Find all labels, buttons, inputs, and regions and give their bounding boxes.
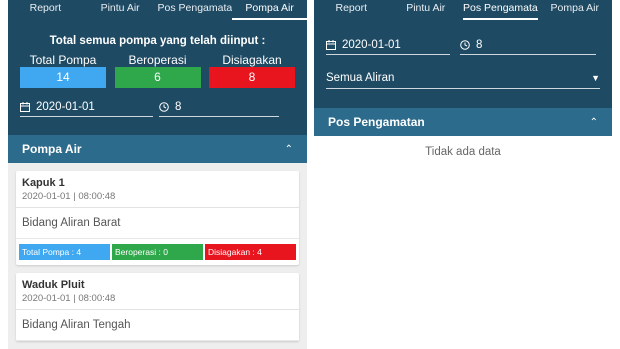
pump-card[interactable]: Waduk Pluit 2020-01-01 | 08:00:48 Bidang… — [16, 273, 299, 341]
time-field[interactable]: 8 — [460, 35, 596, 55]
tab-pos-pengamatan[interactable]: Pos Pengamatan — [463, 0, 538, 20]
disiagakan-label: Disiagakan — [222, 53, 282, 67]
card-header: Waduk Pluit 2020-01-01 | 08:00:48 — [16, 273, 299, 310]
summary-panel: Total semua pompa yang telah diinput : T… — [8, 20, 307, 135]
calendar-icon — [20, 101, 30, 112]
aliran-select-value: Semua Aliran — [326, 71, 395, 84]
date-value: 2020-01-01 — [36, 100, 95, 113]
beroperasi-value: 6 — [114, 67, 201, 88]
tab-pintu-air[interactable]: Pintu Air — [83, 0, 158, 20]
empty-state-text: Tidak ada data — [425, 146, 501, 158]
pompa-air-section-header[interactable]: Pompa Air ⌃ — [8, 135, 307, 163]
tab-bar: Report Pintu Air Pos Pengamatan Pompa Ai… — [314, 0, 612, 20]
chip-disiagakan: Disiagakan : 4 — [205, 244, 296, 260]
section-title: Pos Pengamatan — [328, 115, 425, 129]
filter-row: 2020-01-01 8 — [314, 35, 612, 55]
beroperasi-label: Beroperasi — [128, 53, 187, 67]
pompa-air-screen: Report Pintu Air Pos Pengamatan Pompa Ai… — [8, 0, 307, 349]
stats-row: Total Pompa 14 Beroperasi 6 Disiagakan 8 — [8, 53, 307, 88]
station-datetime: 2020-01-01 | 08:00:48 — [22, 293, 116, 304]
aliran-select[interactable]: Semua Aliran ▼ — [326, 67, 600, 89]
tab-report[interactable]: Report — [314, 0, 389, 20]
date-field[interactable]: 2020-01-01 — [20, 97, 153, 117]
total-pompa-box: Total Pompa 14 — [20, 53, 106, 88]
station-name: Waduk Pluit — [22, 279, 85, 291]
time-value: 8 — [476, 38, 483, 51]
beroperasi-box: Beroperasi 6 — [114, 53, 201, 88]
tab-bar: Report Pintu Air Pos Pengamatan Pompa Ai… — [8, 0, 307, 20]
station-area: Bidang Aliran Tengah — [16, 310, 299, 341]
section-title: Pompa Air — [22, 142, 82, 156]
station-name: Kapuk 1 — [22, 177, 65, 189]
tab-pompa-air[interactable]: Pompa Air — [232, 0, 307, 20]
summary-title: Total semua pompa yang telah diinput : — [49, 35, 266, 47]
chevron-up-icon[interactable]: ⌃ — [590, 117, 598, 128]
clock-icon — [460, 39, 470, 50]
clock-icon — [159, 101, 169, 112]
filter-row: 2020-01-01 8 — [8, 97, 307, 117]
calendar-icon — [326, 39, 336, 50]
tab-pos-pengamatan[interactable]: Pos Pengamatan — [158, 0, 233, 20]
tab-pompa-air[interactable]: Pompa Air — [538, 0, 613, 20]
total-pompa-label: Total Pompa — [29, 53, 97, 67]
chip-beroperasi: Beroperasi : 0 — [112, 244, 203, 260]
chip-total-pompa: Total Pompa : 4 — [19, 244, 110, 260]
card-header: Kapuk 1 2020-01-01 | 08:00:48 — [16, 171, 299, 208]
time-value: 8 — [175, 100, 182, 113]
status-chips: Total Pompa : 4 Beroperasi : 0 Disiagaka… — [16, 239, 299, 265]
time-field[interactable]: 8 — [159, 97, 279, 117]
tab-pintu-air[interactable]: Pintu Air — [389, 0, 464, 20]
chevron-up-icon[interactable]: ⌃ — [285, 144, 293, 155]
disiagakan-box: Disiagakan 8 — [209, 53, 295, 88]
filter-panel: 2020-01-01 8 Semua Aliran ▼ — [314, 20, 612, 108]
station-area: Bidang Aliran Barat — [16, 208, 299, 239]
dropdown-caret-icon[interactable]: ▼ — [591, 73, 600, 83]
total-pompa-value: 14 — [20, 67, 106, 88]
date-field[interactable]: 2020-01-01 — [326, 35, 450, 55]
pump-card[interactable]: Kapuk 1 2020-01-01 | 08:00:48 Bidang Ali… — [16, 171, 299, 265]
disiagakan-value: 8 — [209, 67, 295, 88]
pos-pengamatan-section-header[interactable]: Pos Pengamatan ⌃ — [314, 108, 612, 136]
date-value: 2020-01-01 — [342, 38, 401, 51]
pos-pengamatan-screen: Report Pintu Air Pos Pengamatan Pompa Ai… — [314, 0, 612, 349]
station-datetime: 2020-01-01 | 08:00:48 — [22, 191, 116, 202]
tab-report[interactable]: Report — [8, 0, 83, 20]
